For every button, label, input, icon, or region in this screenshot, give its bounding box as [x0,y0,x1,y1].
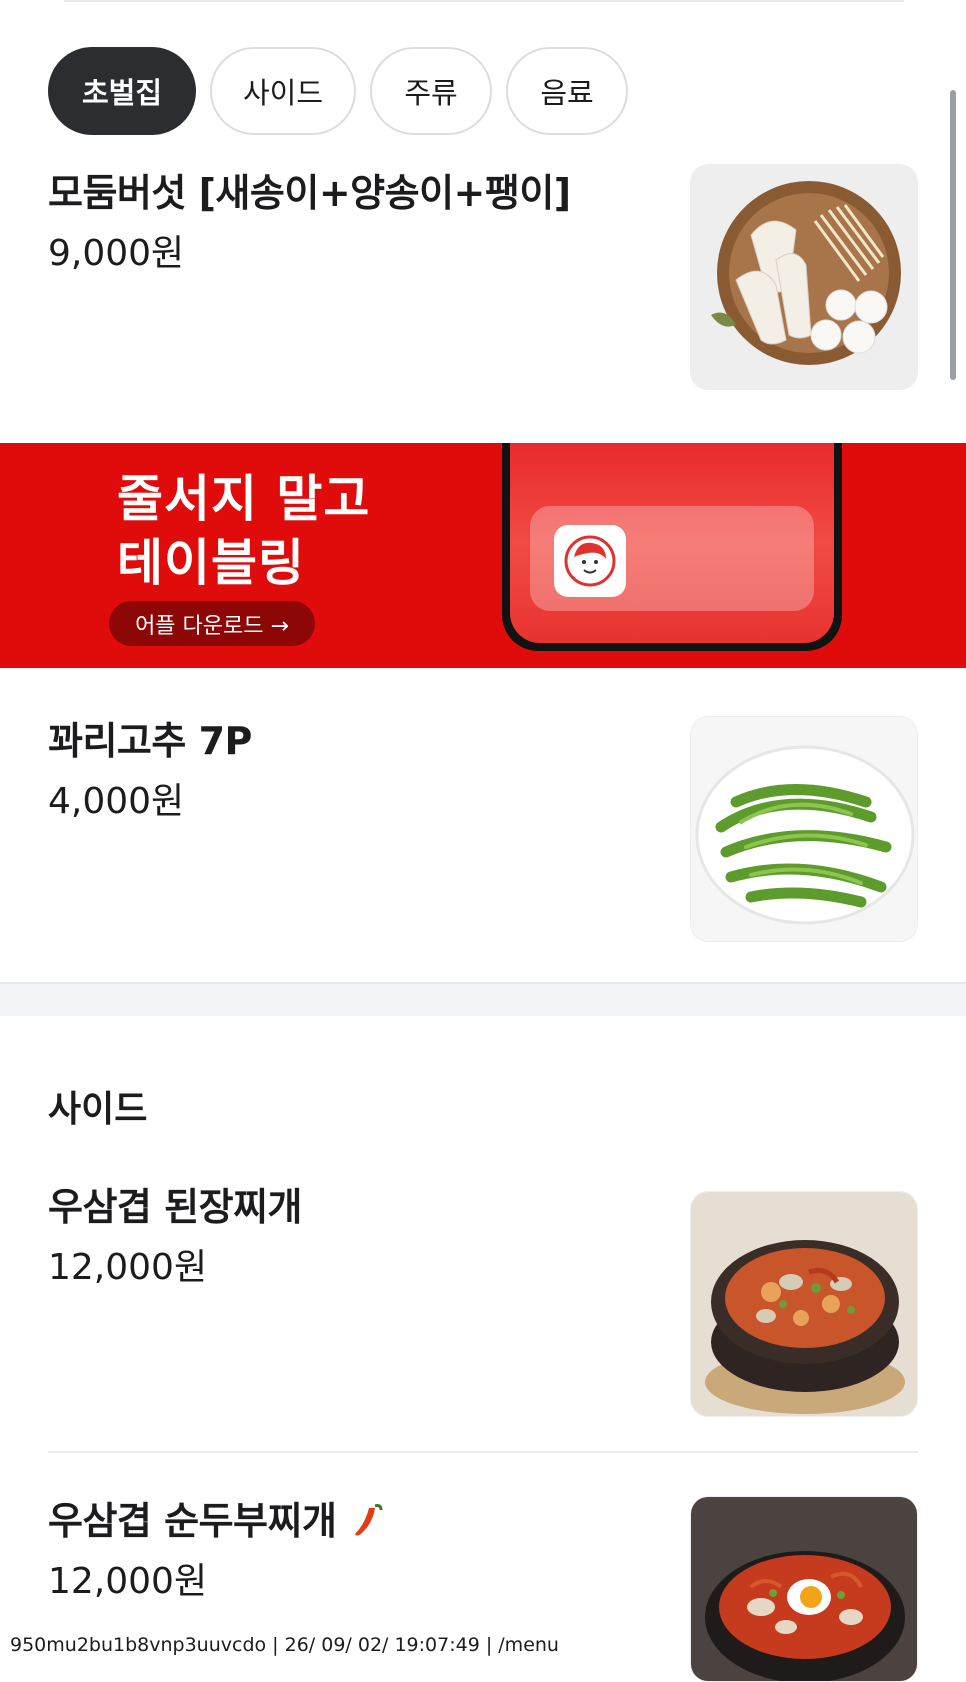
menu-item[interactable]: 꽈리고추 7P 4,000원 [48,710,918,942]
app-download-banner[interactable]: 줄서지 말고 테이블링 어플 다운로드 → [0,443,966,668]
chili-pepper-icon [353,1500,383,1547]
banner-headline-line2: 테이블링 [117,534,305,592]
mushroom-platter-image [690,164,918,390]
scrollbar[interactable] [950,90,956,380]
menu-item[interactable]: 모둠버섯 [새송이+양송이+팽이] 9,000원 [48,162,918,392]
menu-item[interactable]: 우삼겹 된장찌개 12,000원 [48,1176,918,1417]
section-title-side: 사이드 [48,1089,148,1130]
item-divider [48,1451,918,1453]
phone-screen [510,443,834,643]
doenjang-stew-image [690,1191,918,1417]
top-divider [64,0,904,2]
menu-item-price: 12,000원 [48,1247,208,1288]
phone-mockup [502,443,842,651]
tab-side[interactable]: 사이드 [210,47,356,135]
phone-notification [530,506,814,611]
app-download-label: 어플 다운로드 → [135,613,289,639]
menu-item-name: 우삼겹 순두부찌개 [48,1490,383,1547]
section-separator [0,982,966,1016]
menu-item-name: 모둠버섯 [새송이+양송이+팽이] [48,171,571,215]
menu-item-price: 12,000원 [48,1561,208,1602]
tab-alcohol[interactable]: 주류 [370,47,492,135]
menu-item-price: 4,000원 [48,781,185,822]
menu-item-name: 꽈리고추 7P [48,719,252,763]
tab-chobeoljip[interactable]: 초벌집 [48,47,196,135]
tab-drinks[interactable]: 음료 [506,47,628,135]
green-peppers-image [690,716,918,942]
menu-item-name-text: 우삼겹 순두부찌개 [48,1499,337,1543]
category-tabs: 초벌집 사이드 주류 음료 [48,47,628,135]
sundubu-stew-image [690,1496,918,1682]
banner-headline-line1: 줄서지 말고 [117,470,371,528]
app-download-button[interactable]: 어플 다운로드 → [109,601,315,646]
menu-item-name: 우삼겹 된장찌개 [48,1185,302,1229]
tabling-app-icon [554,525,626,597]
menu-item-price: 9,000원 [48,233,185,274]
debug-footer: 950mu2bu1b8vnp3uuvcdo | 26/ 09/ 02/ 19:0… [10,1634,559,1656]
